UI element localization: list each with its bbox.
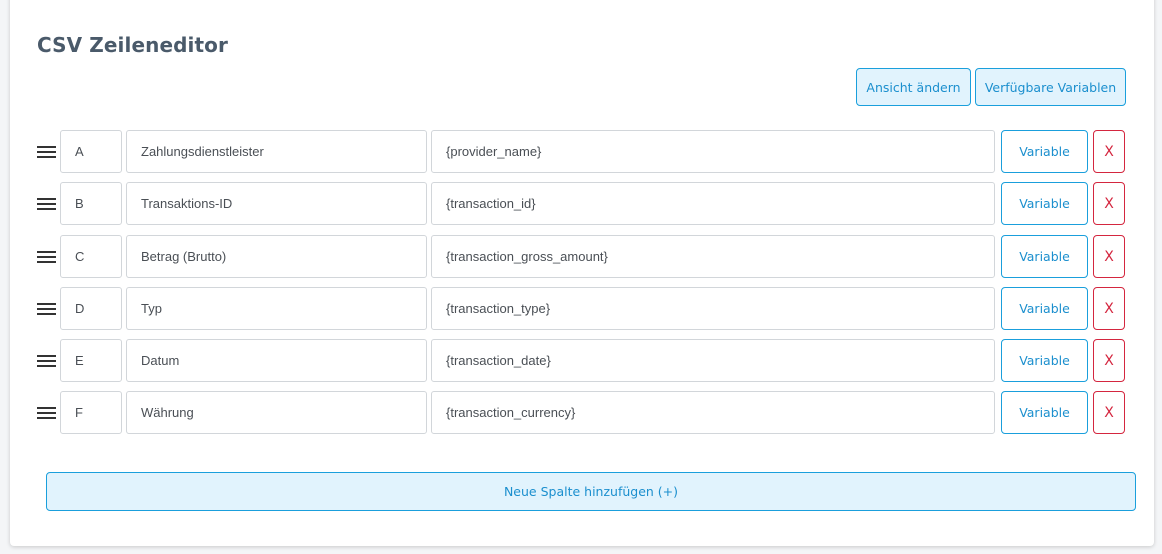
delete-column-button[interactable]: X — [1093, 339, 1125, 382]
drag-handle-icon[interactable] — [37, 251, 56, 263]
delete-column-button[interactable]: X — [1093, 182, 1125, 225]
add-column-button[interactable]: Neue Spalte hinzufügen (+) — [46, 472, 1136, 511]
column-label-input[interactable] — [126, 182, 427, 225]
available-variables-button[interactable]: Verfügbare Variablen — [975, 68, 1126, 106]
column-label-input[interactable] — [126, 130, 427, 173]
column-label-input[interactable] — [126, 391, 427, 434]
column-row: Variable X — [0, 130, 1162, 174]
column-row: Variable X — [0, 339, 1162, 383]
insert-variable-button[interactable]: Variable — [1001, 391, 1088, 434]
column-label-input[interactable] — [126, 287, 427, 330]
insert-variable-button[interactable]: Variable — [1001, 130, 1088, 173]
insert-variable-button[interactable]: Variable — [1001, 235, 1088, 278]
insert-variable-button[interactable]: Variable — [1001, 182, 1088, 225]
column-variable-input[interactable] — [431, 339, 995, 382]
column-letter-input[interactable] — [60, 339, 122, 382]
drag-handle-icon[interactable] — [37, 303, 56, 315]
column-letter-input[interactable] — [60, 130, 122, 173]
column-label-input[interactable] — [126, 235, 427, 278]
insert-variable-button[interactable]: Variable — [1001, 339, 1088, 382]
drag-handle-icon[interactable] — [37, 198, 56, 210]
column-row: Variable X — [0, 182, 1162, 226]
column-letter-input[interactable] — [60, 287, 122, 330]
column-variable-input[interactable] — [431, 391, 995, 434]
column-variable-input[interactable] — [431, 287, 995, 330]
column-variable-input[interactable] — [431, 182, 995, 225]
drag-handle-icon[interactable] — [37, 355, 56, 367]
column-variable-input[interactable] — [431, 130, 995, 173]
delete-column-button[interactable]: X — [1093, 287, 1125, 330]
column-letter-input[interactable] — [60, 391, 122, 434]
change-view-button[interactable]: Ansicht ändern — [856, 68, 971, 106]
drag-handle-icon[interactable] — [37, 146, 56, 158]
column-variable-input[interactable] — [431, 235, 995, 278]
column-row: Variable X — [0, 391, 1162, 435]
column-label-input[interactable] — [126, 339, 427, 382]
page-title: CSV Zeileneditor — [37, 33, 228, 57]
delete-column-button[interactable]: X — [1093, 130, 1125, 173]
delete-column-button[interactable]: X — [1093, 391, 1125, 434]
column-row: Variable X — [0, 287, 1162, 331]
column-letter-input[interactable] — [60, 235, 122, 278]
drag-handle-icon[interactable] — [37, 407, 56, 419]
delete-column-button[interactable]: X — [1093, 235, 1125, 278]
column-row: Variable X — [0, 235, 1162, 279]
insert-variable-button[interactable]: Variable — [1001, 287, 1088, 330]
column-letter-input[interactable] — [60, 182, 122, 225]
